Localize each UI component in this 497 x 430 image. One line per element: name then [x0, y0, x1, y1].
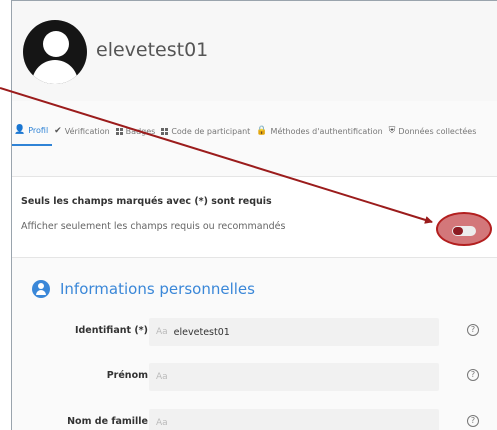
section-header: Informations personnelles	[32, 280, 255, 298]
grid-icon	[115, 127, 123, 135]
notice-title: Seuls les champs marqués avec (*) sont r…	[21, 196, 272, 207]
help-icon[interactable]: ?	[467, 415, 479, 427]
help-icon[interactable]: ?	[467, 324, 479, 336]
tab-label: Vérification	[64, 126, 110, 136]
field-row-prenom: Prénom Aa ?	[12, 363, 497, 391]
tab-label: Données collectées	[398, 126, 477, 136]
avatar-body-shape	[32, 60, 78, 84]
section-title: Informations personnelles	[60, 280, 255, 298]
tab-label: Profil	[28, 125, 49, 135]
tab-profil[interactable]: 👤 Profil	[12, 116, 53, 146]
profile-header: elevetest01	[12, 1, 497, 101]
field-label: Prénom	[106, 370, 148, 381]
prenom-input[interactable]: Aa	[149, 363, 439, 391]
annotation-highlight-circle	[436, 212, 492, 246]
field-row-identifiant: Identifiant (*) Aa elevetest01 ?	[12, 318, 497, 346]
shield-icon: ⛨	[388, 125, 396, 136]
tab-badges[interactable]: Badges	[114, 116, 160, 146]
tab-methodes-authentification[interactable]: 🔒 Méthodes d'authentification	[254, 116, 386, 146]
person-icon	[32, 280, 50, 298]
tab-label: Badges	[125, 126, 156, 136]
profile-tabs: 👤 Profil ✔ Vérification Badges Code de p…	[12, 116, 497, 146]
tab-donnees-collectees[interactable]: ⛨ Données collectées	[387, 116, 481, 146]
field-label: Nom de famille	[67, 416, 148, 427]
username: elevetest01	[96, 39, 209, 61]
text-type-icon: Aa	[156, 418, 168, 428]
profile-window: elevetest01 👤 Profil ✔ Vérification Badg…	[11, 0, 497, 430]
tab-label: Code de participant	[171, 126, 251, 136]
tab-code-participant[interactable]: Code de participant	[159, 116, 254, 146]
required-fields-notice: Seuls les champs marqués avec (*) sont r…	[12, 176, 497, 258]
text-type-icon: Aa	[156, 327, 168, 337]
grid-icon	[161, 127, 169, 135]
lock-icon: 🔒	[256, 125, 268, 136]
help-icon[interactable]: ?	[467, 369, 479, 381]
toggle-label: Afficher seulement les champs requis ou …	[21, 221, 286, 232]
field-label: Identifiant (*)	[74, 325, 148, 336]
required-only-toggle[interactable]	[452, 226, 476, 236]
field-row-nom-de-famille: Nom de famille Aa ?	[12, 409, 497, 430]
tab-verification[interactable]: ✔ Vérification	[52, 116, 114, 146]
toggle-knob	[453, 227, 463, 235]
text-type-icon: Aa	[156, 372, 168, 382]
input-value: elevetest01	[173, 326, 230, 338]
check-icon: ✔	[54, 125, 62, 136]
identifiant-input[interactable]: Aa elevetest01	[149, 318, 439, 346]
nom-de-famille-input[interactable]: Aa	[149, 409, 439, 430]
tab-label: Méthodes d'authentification	[270, 126, 383, 136]
avatar-head-shape	[43, 31, 69, 57]
user-icon: 👤	[14, 124, 26, 135]
avatar	[23, 20, 87, 84]
